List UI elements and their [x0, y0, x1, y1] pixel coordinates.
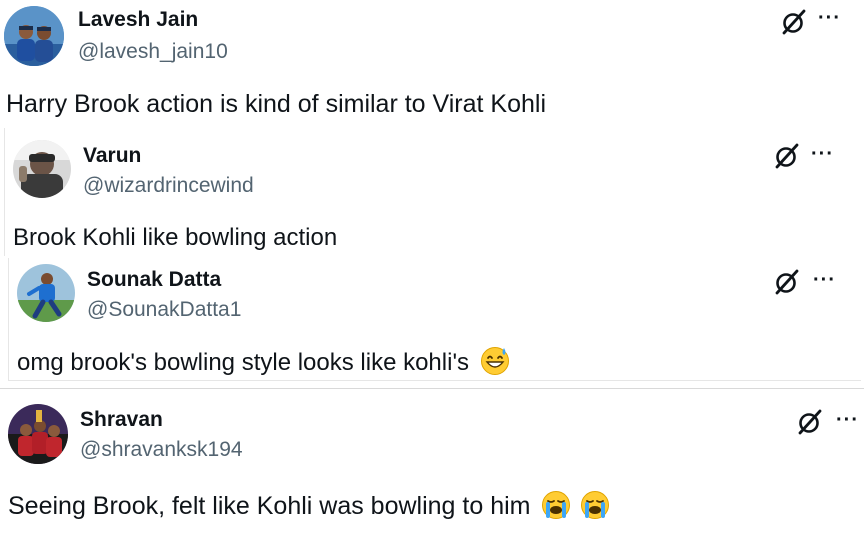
avatar-image	[17, 264, 75, 322]
more-options-icon[interactable]: ···	[813, 270, 836, 290]
avatar-image	[13, 140, 71, 198]
tweet-text: Seeing Brook, felt like Kohli was bowlin…	[8, 490, 610, 521]
author-handle[interactable]: @lavesh_jain10	[78, 40, 228, 64]
author-handle[interactable]: @SounakDatta1	[87, 298, 241, 322]
tweet-card[interactable]: Sounak Datta @SounakDatta1 ··· omg brook…	[8, 258, 861, 381]
avatar[interactable]	[13, 140, 71, 198]
tweet-text-content: omg brook's bowling style looks like koh…	[17, 349, 470, 376]
author-name[interactable]: Shravan	[80, 408, 163, 432]
author-handle[interactable]: @shravanksk194	[80, 438, 243, 462]
author-name[interactable]: Sounak Datta	[87, 268, 221, 292]
author-name[interactable]: Lavesh Jain	[78, 8, 198, 32]
tweet-card[interactable]: Shravan @shravanksk194 ··· Seeing Brook,…	[0, 394, 864, 540]
more-options-icon[interactable]: ···	[811, 144, 834, 164]
tweet-text: Brook Kohli like bowling action	[13, 224, 338, 251]
avatar-image	[4, 6, 64, 66]
tweet-text: Harry Brook action is kind of similar to…	[6, 90, 547, 118]
avatar[interactable]	[17, 264, 75, 322]
author-handle[interactable]: @wizardrincewind	[83, 174, 254, 198]
author-name[interactable]: Varun	[83, 144, 141, 168]
avatar-image	[8, 404, 68, 464]
divider	[0, 388, 864, 389]
more-options-icon[interactable]: ···	[818, 8, 841, 28]
avatar[interactable]	[8, 404, 68, 464]
tweet-text: omg brook's bowling style looks like koh…	[17, 346, 510, 377]
screenshot-collage: Lavesh Jain @lavesh_jain10 ··· Harry Bro…	[0, 0, 864, 540]
grok-icon[interactable]	[773, 268, 801, 296]
loudly-crying-emoji	[542, 491, 571, 519]
grok-icon[interactable]	[780, 8, 808, 36]
tweet-card[interactable]: Lavesh Jain @lavesh_jain10 ··· Harry Bro…	[0, 0, 864, 126]
avatar[interactable]	[4, 6, 64, 66]
grok-icon[interactable]	[796, 408, 824, 436]
tweet-card[interactable]: Varun @wizardrincewind ··· Brook Kohli l…	[4, 128, 863, 256]
loudly-crying-emoji	[581, 491, 610, 519]
grok-icon[interactable]	[773, 142, 801, 170]
tweet-text-content: Seeing Brook, felt like Kohli was bowlin…	[8, 492, 531, 520]
more-options-icon[interactable]: ···	[836, 410, 859, 430]
grinning-sweat-emoji	[480, 347, 509, 375]
